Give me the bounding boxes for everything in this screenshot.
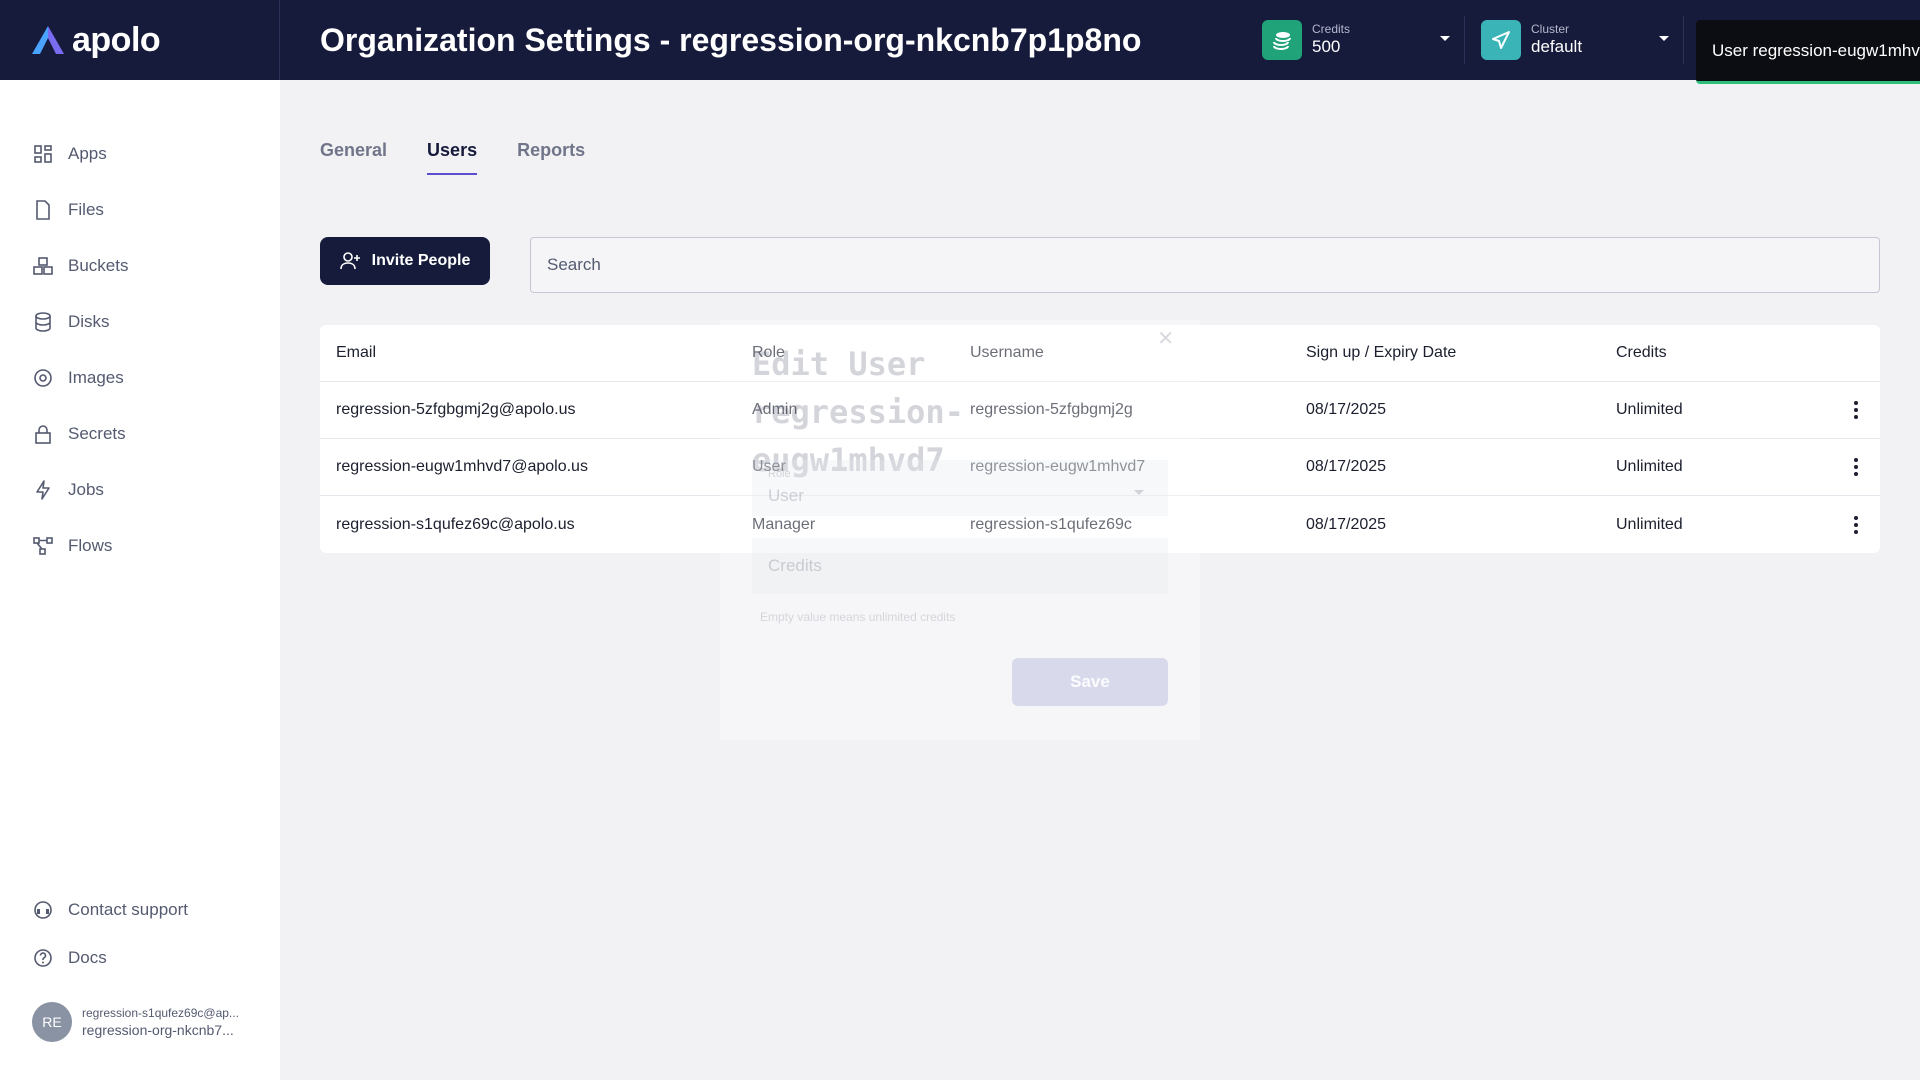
tab-reports[interactable]: Reports [517,140,585,175]
cell-date: 08/17/2025 [1306,401,1387,418]
sidebar-item-label: Flows [68,536,113,555]
sidebar-item-label: Apps [68,144,107,163]
column-header-date[interactable]: Sign up / Expiry Date [1306,344,1456,362]
user-profile[interactable]: RE regression-s1qufez69c@ap... regressio… [32,1002,239,1042]
apps-grid-icon [34,145,52,163]
sidebar-item-files[interactable]: Files [32,196,104,224]
sidebar-item-disks[interactable]: Disks [32,308,110,336]
cell-credits: Unlimited [1616,458,1683,475]
invite-people-label: Invite People [371,252,471,269]
column-header-role[interactable]: Role [752,344,785,362]
credits-selector[interactable]: Credits 500 [1262,18,1458,62]
disc-icon [34,369,52,387]
users-table: Email Role Username Sign up / Expiry Dat… [320,325,1880,553]
help-circle-icon [34,949,52,967]
sidebar-item-flows[interactable]: Flows [32,532,112,560]
cluster-caption: Cluster [1531,22,1570,36]
app-name: apolo [72,20,161,59]
sidebar-item-jobs[interactable]: Jobs [32,476,104,504]
cell-username: regression-s1qufez69c [970,515,1132,533]
search-input[interactable] [530,237,1880,293]
cell-date: 08/17/2025 [1306,515,1387,533]
sidebar-item-label: Disks [68,312,110,331]
column-header-username[interactable]: Username [970,344,1044,362]
column-header-credits[interactable]: Credits [1616,344,1667,362]
credits-value: 500 [1312,37,1341,56]
cell-email: regression-s1qufez69c@apolo.us [336,515,575,533]
cell-role: Admin [752,401,798,418]
sidebar-item-contact-support[interactable]: Contact support [32,896,188,924]
kebab-menu-icon [1854,401,1858,405]
table-row[interactable]: regression-s1qufez69c@apolo.us Manager r… [320,496,1880,553]
column-header-email[interactable]: Email [336,344,376,362]
sidebar-item-docs[interactable]: Docs [32,944,107,972]
sidebar-item-label: Contact support [68,900,189,919]
top-header: apolo Organization Settings - regression… [0,0,1920,80]
sidebar-item-secrets[interactable]: Secrets [32,420,126,448]
table-header-row: Email Role Username Sign up / Expiry Dat… [320,325,1880,382]
lock-icon [35,425,51,444]
page-title: Organization Settings - regression-org-n… [320,21,1142,58]
cell-role: User [752,458,786,475]
sidebar-item-label: Files [68,200,104,219]
tab-general[interactable]: General [320,140,387,175]
file-icon [36,200,50,220]
cell-email: regression-5zfgbgmj2g@apolo.us [336,401,576,418]
profile-org: regression-org-nkcnb7... [82,1022,234,1038]
sidebar-item-images[interactable]: Images [32,364,124,392]
lightning-icon [36,480,50,500]
settings-tabs: General Users Reports [320,140,585,175]
cell-credits: Unlimited [1616,401,1683,418]
cell-username: regression-eugw1mhvd7 [970,458,1146,475]
cell-username: regression-5zfgbgmj2g [970,401,1133,418]
coins-icon [1262,20,1302,60]
header-divider [1683,16,1684,64]
headset-icon [34,901,52,919]
sidebar-item-buckets[interactable]: Buckets [32,252,128,280]
table-row[interactable]: regression-eugw1mhvd7@apolo.us User regr… [320,439,1880,496]
cell-date: 08/17/2025 [1306,458,1387,475]
kebab-menu-icon [1854,458,1858,462]
cell-email: regression-eugw1mhvd7@apolo.us [336,458,588,475]
chevron-down-icon [1440,36,1450,41]
credits-caption: Credits [1312,22,1351,36]
header-divider [1464,16,1465,64]
flow-icon [33,537,53,555]
cell-credits: Unlimited [1616,515,1683,533]
bucket-icon [33,257,53,275]
paper-plane-icon [1481,20,1521,60]
sidebar-item-label: Images [68,368,124,387]
credits-hint: Empty value means unlimited credits [760,610,956,624]
sidebar-item-label: Jobs [68,480,104,499]
table-row[interactable]: regression-5zfgbgmj2g@apolo.us Admin reg… [320,382,1880,439]
chevron-down-icon [1659,36,1669,41]
database-icon [35,312,51,332]
apolo-logo[interactable]: apolo [0,0,280,80]
cluster-selector[interactable]: Cluster default [1481,18,1677,62]
row-menu-button[interactable] [1844,396,1868,424]
sidebar: Apps Files Buckets Disks Images Secrets … [0,80,280,1080]
notification-toast: User regression-eugw1mhvd7 [1696,20,1920,84]
tab-users[interactable]: Users [427,140,478,175]
sidebar-item-label: Secrets [68,424,126,443]
avatar: RE [32,1002,72,1042]
row-menu-button[interactable] [1844,453,1868,481]
sidebar-item-apps[interactable]: Apps [32,140,107,168]
sidebar-item-label: Docs [68,948,107,967]
kebab-menu-icon [1854,515,1858,520]
cluster-value: default [1531,37,1583,56]
row-menu-button[interactable] [1844,511,1868,539]
sidebar-item-label: Buckets [68,256,129,275]
save-button[interactable]: Save [1012,658,1168,706]
add-user-icon [339,252,360,270]
profile-email: regression-s1qufez69c@ap... [82,1006,239,1020]
cell-role: Manager [752,515,816,533]
apolo-logo-icon [32,26,64,54]
invite-people-button[interactable]: Invite People [320,237,490,285]
